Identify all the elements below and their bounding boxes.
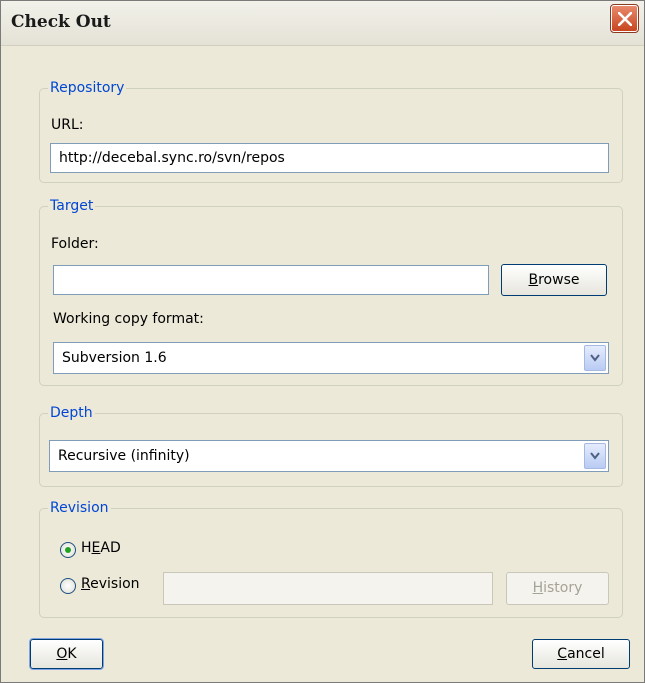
ok-button[interactable]: OK	[29, 638, 104, 670]
format-dropdown-button[interactable]	[584, 345, 606, 371]
format-label: Working copy format:	[53, 311, 204, 327]
history-label: istory	[543, 580, 583, 596]
format-select-value: Subversion 1.6	[62, 350, 167, 366]
chevron-down-icon	[590, 452, 600, 460]
close-icon	[618, 12, 632, 26]
folder-label: Folder:	[51, 236, 99, 252]
ok-label: K	[67, 646, 77, 662]
format-select[interactable]: Subversion 1.6	[53, 342, 609, 374]
head-radio[interactable]	[60, 542, 76, 558]
browse-mnemonic: B	[528, 272, 539, 288]
depth-select-value: Recursive (infinity)	[58, 448, 190, 464]
chevron-down-icon	[590, 354, 600, 362]
folder-input[interactable]	[53, 265, 489, 295]
url-input[interactable]: http://decebal.sync.ro/svn/repos	[50, 143, 609, 173]
revision-legend: Revision	[50, 500, 109, 516]
depth-select[interactable]: Recursive (infinity)	[49, 440, 609, 472]
target-legend: Target	[50, 198, 94, 214]
cancel-label: ancel	[567, 646, 605, 662]
checkout-dialog: Check Out Repository URL: http://decebal…	[0, 0, 645, 683]
revision-radio[interactable]	[60, 578, 76, 594]
cancel-button[interactable]: Cancel	[532, 639, 630, 669]
repository-legend: Repository	[50, 80, 125, 96]
url-label: URL:	[51, 117, 84, 133]
depth-dropdown-button[interactable]	[584, 443, 606, 469]
dialog-title: Check Out	[11, 12, 111, 32]
close-button[interactable]	[610, 4, 639, 33]
browse-button[interactable]: Browse	[501, 264, 607, 296]
title-bar: Check Out	[1, 1, 644, 46]
head-radio-label[interactable]: HEAD	[81, 540, 121, 556]
browse-label: rowse	[538, 272, 580, 288]
radio-selected-icon	[65, 547, 71, 553]
depth-legend: Depth	[50, 405, 93, 421]
history-button[interactable]: History	[506, 572, 609, 605]
revision-radio-label[interactable]: Revision	[81, 576, 140, 592]
revision-input[interactable]	[163, 572, 493, 605]
